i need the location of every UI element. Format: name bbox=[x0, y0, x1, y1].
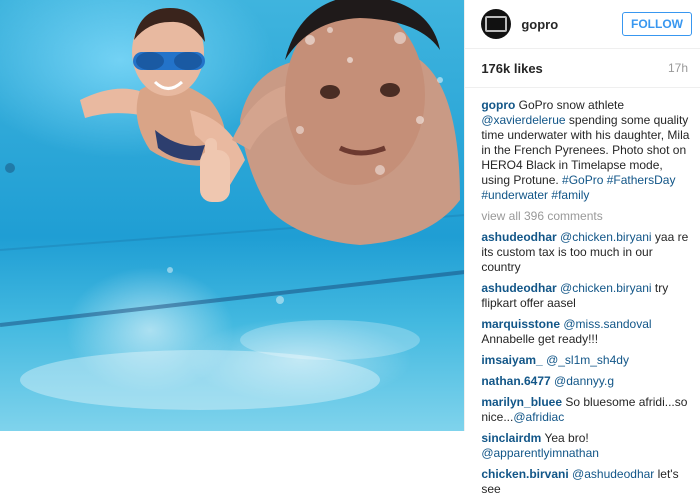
post-time[interactable]: 17h bbox=[668, 61, 688, 75]
comment: marquisstone @miss.sandoval Annabelle ge… bbox=[481, 317, 692, 347]
camera-icon bbox=[485, 16, 508, 32]
caption: gopro GoPro snow athlete @xavierdelerue … bbox=[481, 98, 692, 203]
underwater-scene bbox=[0, 0, 465, 410]
hashtag[interactable]: #family bbox=[551, 188, 589, 202]
caption-mention[interactable]: @xavierdelerue bbox=[481, 113, 565, 127]
comment-username[interactable]: chicken.birvani bbox=[481, 467, 568, 481]
comment-username[interactable]: ashudeodhar bbox=[481, 281, 556, 295]
comment-username[interactable]: imsaiyam_ bbox=[481, 353, 542, 367]
comment-mention[interactable]: @afridiac bbox=[513, 410, 564, 424]
comment-mention[interactable]: @miss.sandoval bbox=[563, 317, 651, 331]
post-header: gopro FOLLOW bbox=[465, 0, 700, 49]
comment-text: Annabelle get ready!!! bbox=[481, 332, 599, 346]
comment: sinclairdm Yea bro! @apparentlyimnathan bbox=[481, 431, 692, 461]
comment-mention[interactable]: @_sl1m_sh4dy bbox=[546, 353, 629, 367]
hashtag[interactable]: #GoPro bbox=[562, 173, 603, 187]
comment: chicken.birvani @ashudeodhar let's see bbox=[481, 467, 692, 497]
comment: nathan.6477 @dannyy.g bbox=[481, 374, 692, 389]
hashtag[interactable]: #FathersDay bbox=[607, 173, 676, 187]
caption-text: GoPro snow athlete bbox=[515, 98, 625, 112]
comment-username[interactable]: marquisstone bbox=[481, 317, 560, 331]
comment-mention[interactable]: @chicken.biryani bbox=[560, 230, 652, 244]
comment-text: Yea bro! bbox=[541, 431, 589, 445]
comment-username[interactable]: marilyn_bluee bbox=[481, 395, 562, 409]
avatar[interactable] bbox=[481, 9, 512, 39]
comment: marilyn_bluee So bluesome afridi...so ni… bbox=[481, 395, 692, 425]
username[interactable]: gopro bbox=[521, 17, 622, 32]
follow-button[interactable]: FOLLOW bbox=[622, 12, 692, 36]
instagram-post: gopro FOLLOW 176k likes 17h gopro GoPro … bbox=[0, 0, 700, 496]
hashtag[interactable]: #underwater bbox=[481, 188, 548, 202]
likes-count[interactable]: 176k likes bbox=[481, 61, 542, 76]
post-stats: 176k likes 17h bbox=[465, 49, 700, 88]
comment-username[interactable]: sinclairdm bbox=[481, 431, 541, 445]
comment: ashudeodhar @chicken.biryani try flipkar… bbox=[481, 281, 692, 311]
comment: imsaiyam_ @_sl1m_sh4dy bbox=[481, 353, 692, 368]
caption-username[interactable]: gopro bbox=[481, 98, 515, 112]
comment-username[interactable]: nathan.6477 bbox=[481, 374, 550, 388]
post-sidebar: gopro FOLLOW 176k likes 17h gopro GoPro … bbox=[464, 0, 700, 496]
comments-section: gopro GoPro snow athlete @xavierdelerue … bbox=[465, 88, 700, 497]
comment-mention[interactable]: @apparentlyimnathan bbox=[481, 446, 599, 460]
post-photo[interactable] bbox=[0, 0, 465, 431]
comment-mention[interactable]: @dannyy.g bbox=[554, 374, 614, 388]
comment-username[interactable]: ashudeodhar bbox=[481, 230, 556, 244]
comment-mention[interactable]: @chicken.biryani bbox=[560, 281, 652, 295]
comment: ashudeodhar @chicken.biryani yaa re its … bbox=[481, 230, 692, 275]
view-all-comments-link[interactable]: view all 396 comments bbox=[481, 209, 692, 224]
comment-mention[interactable]: @ashudeodhar bbox=[572, 467, 654, 481]
